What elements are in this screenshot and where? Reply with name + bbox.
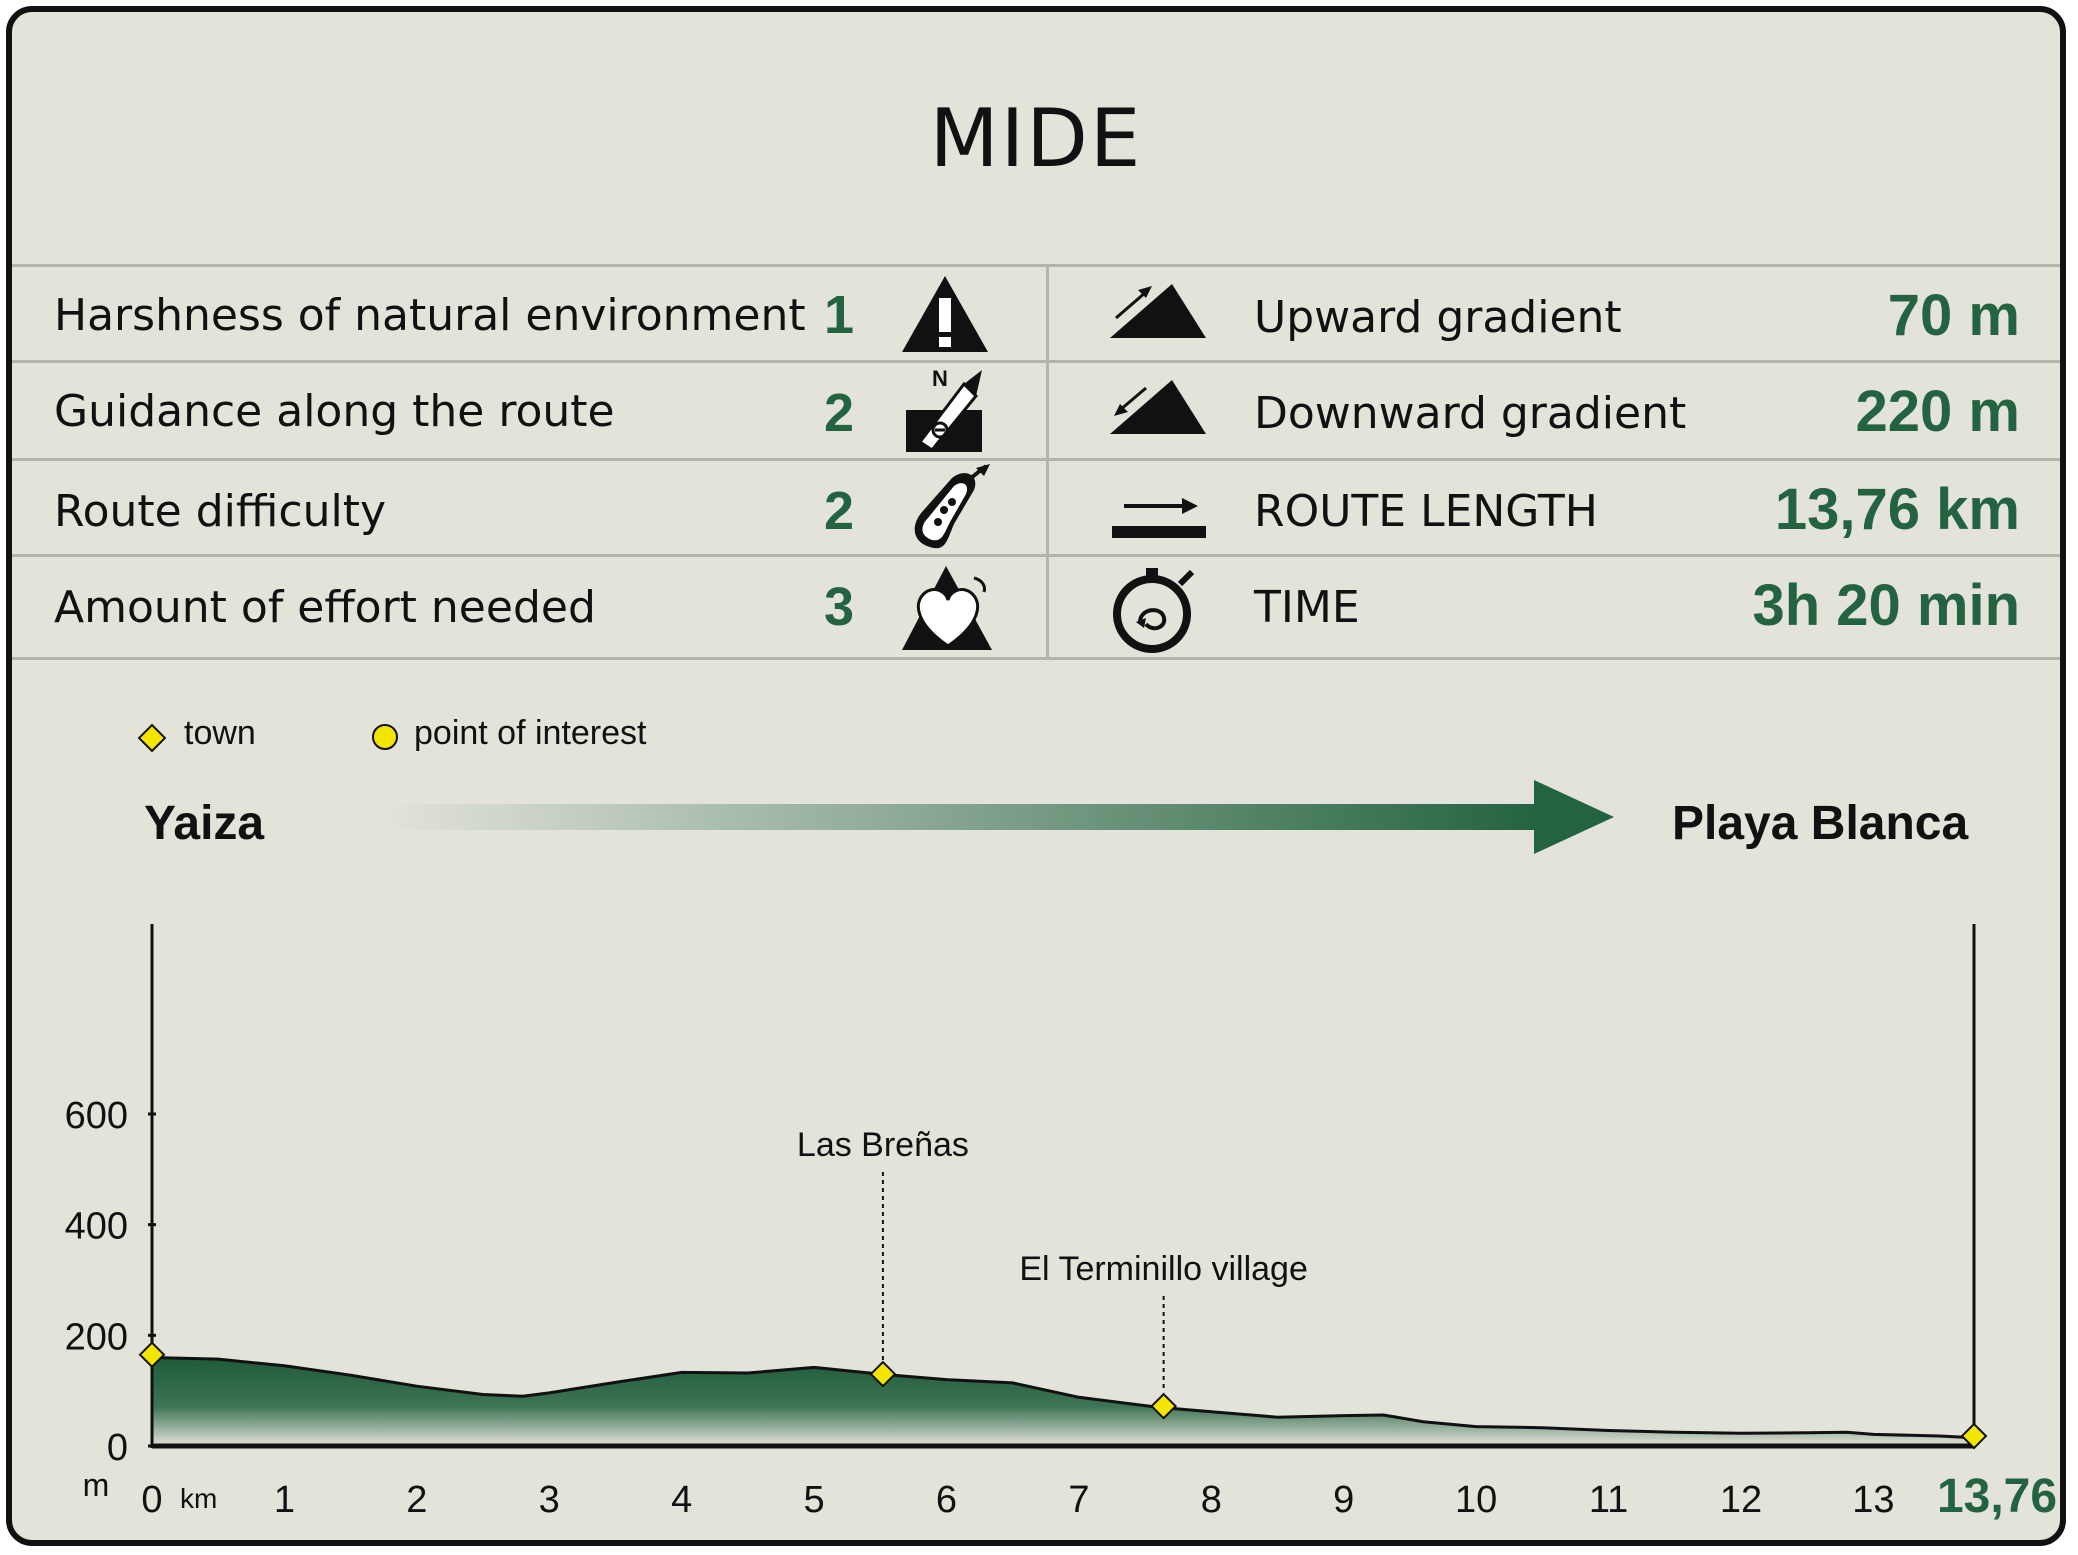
x-tick-label: 5	[803, 1479, 824, 1521]
x-tick-label: 11	[1589, 1479, 1628, 1521]
x-tick-label: 9	[1333, 1479, 1354, 1521]
x-tick-label: 10	[1455, 1479, 1497, 1521]
x-tick-label: 2	[406, 1479, 427, 1521]
y-tick-label: 400	[65, 1206, 128, 1248]
point-label: Las Breñas	[797, 1126, 969, 1164]
x-tick-label: 13	[1852, 1479, 1894, 1521]
x-tick-label: 4	[671, 1479, 692, 1521]
y-tick-label: 200	[65, 1316, 128, 1358]
x-tick-label: 3	[539, 1479, 560, 1521]
x-tick-label: 0	[141, 1479, 162, 1521]
point-label: El Terminillo village	[1019, 1250, 1308, 1288]
mide-card: MIDE Harshness of natural environment 1 …	[6, 6, 2066, 1546]
x-axis-unit-label: km	[180, 1483, 217, 1514]
x-tick-label: 7	[1068, 1479, 1089, 1521]
x-tick-label: 1	[274, 1479, 295, 1521]
y-axis-unit-label: m	[83, 1467, 110, 1503]
y-tick-label: 0	[107, 1427, 128, 1469]
x-end-label: 13,76	[1937, 1470, 2057, 1523]
y-tick-label: 600	[65, 1095, 128, 1137]
x-tick-label: 12	[1720, 1479, 1762, 1521]
elevation-profile-chart: 0 1 2 3 4 5 6 7 8 9 10 11 12 130200400600 Las BreñasE…	[65, 924, 2057, 1523]
x-tick-label: 6	[936, 1479, 957, 1521]
x-tick-label: 8	[1201, 1479, 1222, 1521]
